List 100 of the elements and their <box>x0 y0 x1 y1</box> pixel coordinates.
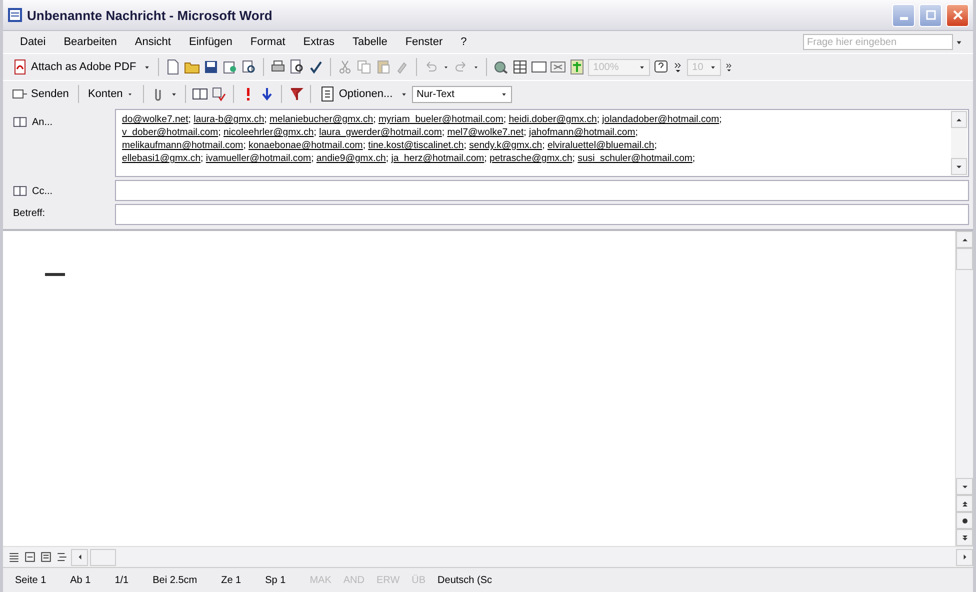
separator: ; <box>692 153 696 164</box>
subject-label: Betreff: <box>13 208 46 219</box>
save-icon[interactable] <box>203 59 220 75</box>
vertical-scrollbar[interactable] <box>955 231 973 546</box>
status-text: Deutsch (Sc <box>438 574 494 586</box>
recipient-link[interactable]: laura_gwerder@hotmail.com <box>319 127 442 138</box>
subject-field[interactable] <box>115 204 969 225</box>
print-preview-icon[interactable] <box>289 59 306 75</box>
outline-view-icon[interactable] <box>55 550 69 564</box>
separator: ; <box>218 127 221 138</box>
address-book-icon[interactable] <box>192 86 208 102</box>
recipient-link[interactable]: konaebonae@hotmail.com <box>248 140 363 151</box>
separator: ; <box>635 127 638 138</box>
new-document-icon[interactable] <box>165 59 182 75</box>
separator: ; <box>484 153 487 164</box>
separator: ; <box>386 153 389 164</box>
format-combo[interactable]: Nur-Text <box>412 86 512 102</box>
separator: ; <box>572 153 575 164</box>
recipient-link[interactable]: elviraluettel@bluemail.ch <box>547 140 654 151</box>
recipient-link[interactable]: melikaufmann@hotmail.com <box>122 140 244 151</box>
separator: ; <box>654 140 657 151</box>
status-indicator: AND <box>343 574 366 586</box>
status-text: Bei 2.5cm <box>152 574 198 586</box>
recipient-link[interactable]: susi_schuler@hotmail.com <box>578 153 692 164</box>
status-indicator: ERW <box>376 574 401 586</box>
recipient-link[interactable]: do@wolke7.net <box>122 114 188 125</box>
separator: ; <box>243 140 246 151</box>
separator: ; <box>442 127 445 138</box>
recipient-link[interactable]: v_dober@hotmail.com <box>122 127 218 138</box>
recipient-link[interactable]: ja_herz@hotmail.com <box>391 153 484 164</box>
recipient-link[interactable]: sendy.k@gmx.ch <box>469 140 542 151</box>
separator: ; <box>188 114 191 125</box>
menu-item[interactable]: Extras <box>294 34 344 50</box>
recipient-link[interactable]: ellebasi1@gmx.ch <box>122 153 201 164</box>
status-text: Seite 1 <box>15 574 48 586</box>
menu-item[interactable]: Tabelle <box>343 34 396 50</box>
accounts-button[interactable]: Konten <box>84 86 137 102</box>
recipient-link[interactable]: myriam_bueler@hotmail.com <box>378 114 504 125</box>
scroll-thumb[interactable] <box>90 548 116 566</box>
recipient-link[interactable]: jolandadober@hotmail.com <box>602 114 720 125</box>
separator: ; <box>362 140 366 151</box>
help-icon[interactable] <box>653 59 670 75</box>
attach-pdf-button[interactable]: Attach as Adobe PDF <box>9 57 140 77</box>
send-button[interactable]: Senden <box>9 84 72 104</box>
scrollbar[interactable] <box>951 111 967 175</box>
recipient-link[interactable]: petrasche@gmx.ch <box>490 153 572 164</box>
to-button[interactable]: An... <box>30 115 55 130</box>
menu-item[interactable]: Format <box>241 34 294 50</box>
status-text: Ze 1 <box>221 574 242 586</box>
recipient-link[interactable]: melaniebucher@gmx.ch <box>270 114 374 125</box>
close-icon <box>952 10 962 20</box>
recipient-link[interactable]: mel7@wolke7.net <box>447 127 524 138</box>
separator: ; <box>503 114 506 125</box>
status-text: Ab 1 <box>70 574 92 586</box>
recipient-link[interactable]: nicoleehrler@gmx.ch <box>223 127 314 138</box>
menu-item[interactable]: Datei <box>11 34 55 50</box>
browse-object-icon[interactable] <box>960 516 970 526</box>
check-names-icon[interactable] <box>210 86 227 102</box>
menu-item[interactable]: Bearbeiten <box>54 34 126 50</box>
status-text: Sp 1 <box>265 574 287 586</box>
status-indicator: ÜB <box>412 574 427 586</box>
separator: ; <box>719 114 722 125</box>
word-document-icon[interactable] <box>7 7 23 23</box>
print-layout-icon[interactable] <box>39 550 53 564</box>
close-button[interactable] <box>946 4 969 26</box>
separator: ; <box>542 140 545 151</box>
help-search-field[interactable]: Frage hier eingeben <box>803 34 953 50</box>
recipient-link[interactable]: heidi.dober@gmx.ch <box>508 114 597 125</box>
recipient-link[interactable]: laura-b@gmx.ch <box>194 114 264 125</box>
menu-item[interactable]: Ansicht <box>126 34 180 50</box>
options-icon[interactable] <box>320 86 336 102</box>
separator: ; <box>596 114 600 125</box>
pdf-icon[interactable] <box>12 59 28 75</box>
recipient-link[interactable]: andie9@gmx.ch <box>316 153 386 164</box>
recipient-link[interactable]: jahofmann@hotmail.com <box>528 127 636 138</box>
status-indicator: MAK <box>310 574 332 586</box>
frame-icon[interactable] <box>531 59 548 75</box>
menu-item[interactable]: Fenster <box>396 34 452 50</box>
to-field[interactable] <box>115 109 969 177</box>
recipient-link[interactable]: tine.kost@tiscalinet.ch <box>368 140 464 151</box>
status-text: 1/1 <box>114 574 130 586</box>
web-view-icon[interactable] <box>23 550 37 564</box>
separator: ; <box>373 114 376 125</box>
scroll-thumb[interactable] <box>956 248 973 270</box>
cc-button[interactable]: Cc... <box>30 184 55 199</box>
options-button[interactable]: Optionen... <box>316 84 396 104</box>
menu-item[interactable]: ? <box>452 34 476 50</box>
cc-field[interactable] <box>115 180 969 201</box>
menu-item[interactable]: Einfügen <box>180 34 242 50</box>
address-book-icon[interactable] <box>13 115 27 129</box>
address-book-icon[interactable] <box>13 184 27 198</box>
recipient-link[interactable]: ivamueller@hotmail.com <box>206 153 312 164</box>
separator: ; <box>311 153 314 164</box>
separator: ; <box>524 127 526 138</box>
table-icon[interactable] <box>512 59 528 75</box>
separator: ; <box>464 140 466 151</box>
normal-view-icon[interactable] <box>7 550 21 564</box>
separator: ; <box>200 153 204 164</box>
window-title: Unbenannte Nachricht - Microsoft Word <box>27 8 274 22</box>
spelling-icon[interactable] <box>308 59 324 75</box>
